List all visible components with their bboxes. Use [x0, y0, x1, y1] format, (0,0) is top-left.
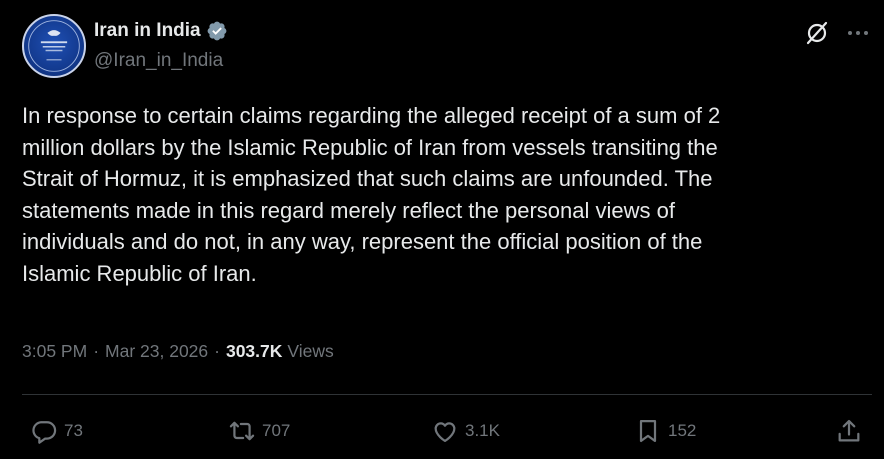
heart-icon	[431, 417, 459, 445]
like-button[interactable]: 3.1K	[431, 414, 500, 448]
views-count[interactable]: 303.7K	[226, 341, 282, 362]
repost-icon	[228, 417, 256, 445]
tweet-date[interactable]: Mar 23, 2026	[105, 341, 208, 362]
meta-separator: ·	[214, 341, 220, 361]
reply-icon	[30, 417, 58, 445]
tweet-text: In response to certain claims regarding …	[22, 103, 721, 286]
grok-icon[interactable]	[804, 20, 830, 46]
tweet-header: Iran in India @Iran_in_India	[22, 14, 872, 78]
reply-count: 73	[64, 421, 83, 440]
repost-button[interactable]: 707	[228, 414, 290, 448]
display-name[interactable]: Iran in India	[94, 20, 201, 42]
tweet-meta: 3:05 PM · Mar 23, 2026 · 303.7K Views	[22, 341, 334, 362]
bookmark-button[interactable]: 152	[634, 414, 696, 448]
share-button[interactable]	[835, 414, 863, 448]
repost-count: 707	[262, 421, 291, 440]
account-names: Iran in India @Iran_in_India	[94, 18, 228, 72]
more-dots-icon[interactable]	[844, 20, 872, 46]
meta-separator: ·	[93, 341, 100, 361]
avatar[interactable]	[22, 14, 86, 78]
bookmark-icon	[634, 417, 662, 445]
action-bar: 73 707 3.1K 152	[0, 414, 884, 450]
like-count: 3.1K	[465, 421, 500, 440]
views-label: Views	[287, 341, 334, 361]
account-handle[interactable]: @Iran_in_India	[94, 50, 228, 72]
divider	[22, 394, 872, 395]
reply-button[interactable]: 73	[30, 414, 83, 448]
bookmark-count: 152	[668, 421, 697, 440]
share-icon	[835, 417, 863, 445]
tweet-time[interactable]: 3:05 PM	[22, 341, 87, 362]
verified-badge-icon	[206, 20, 228, 42]
